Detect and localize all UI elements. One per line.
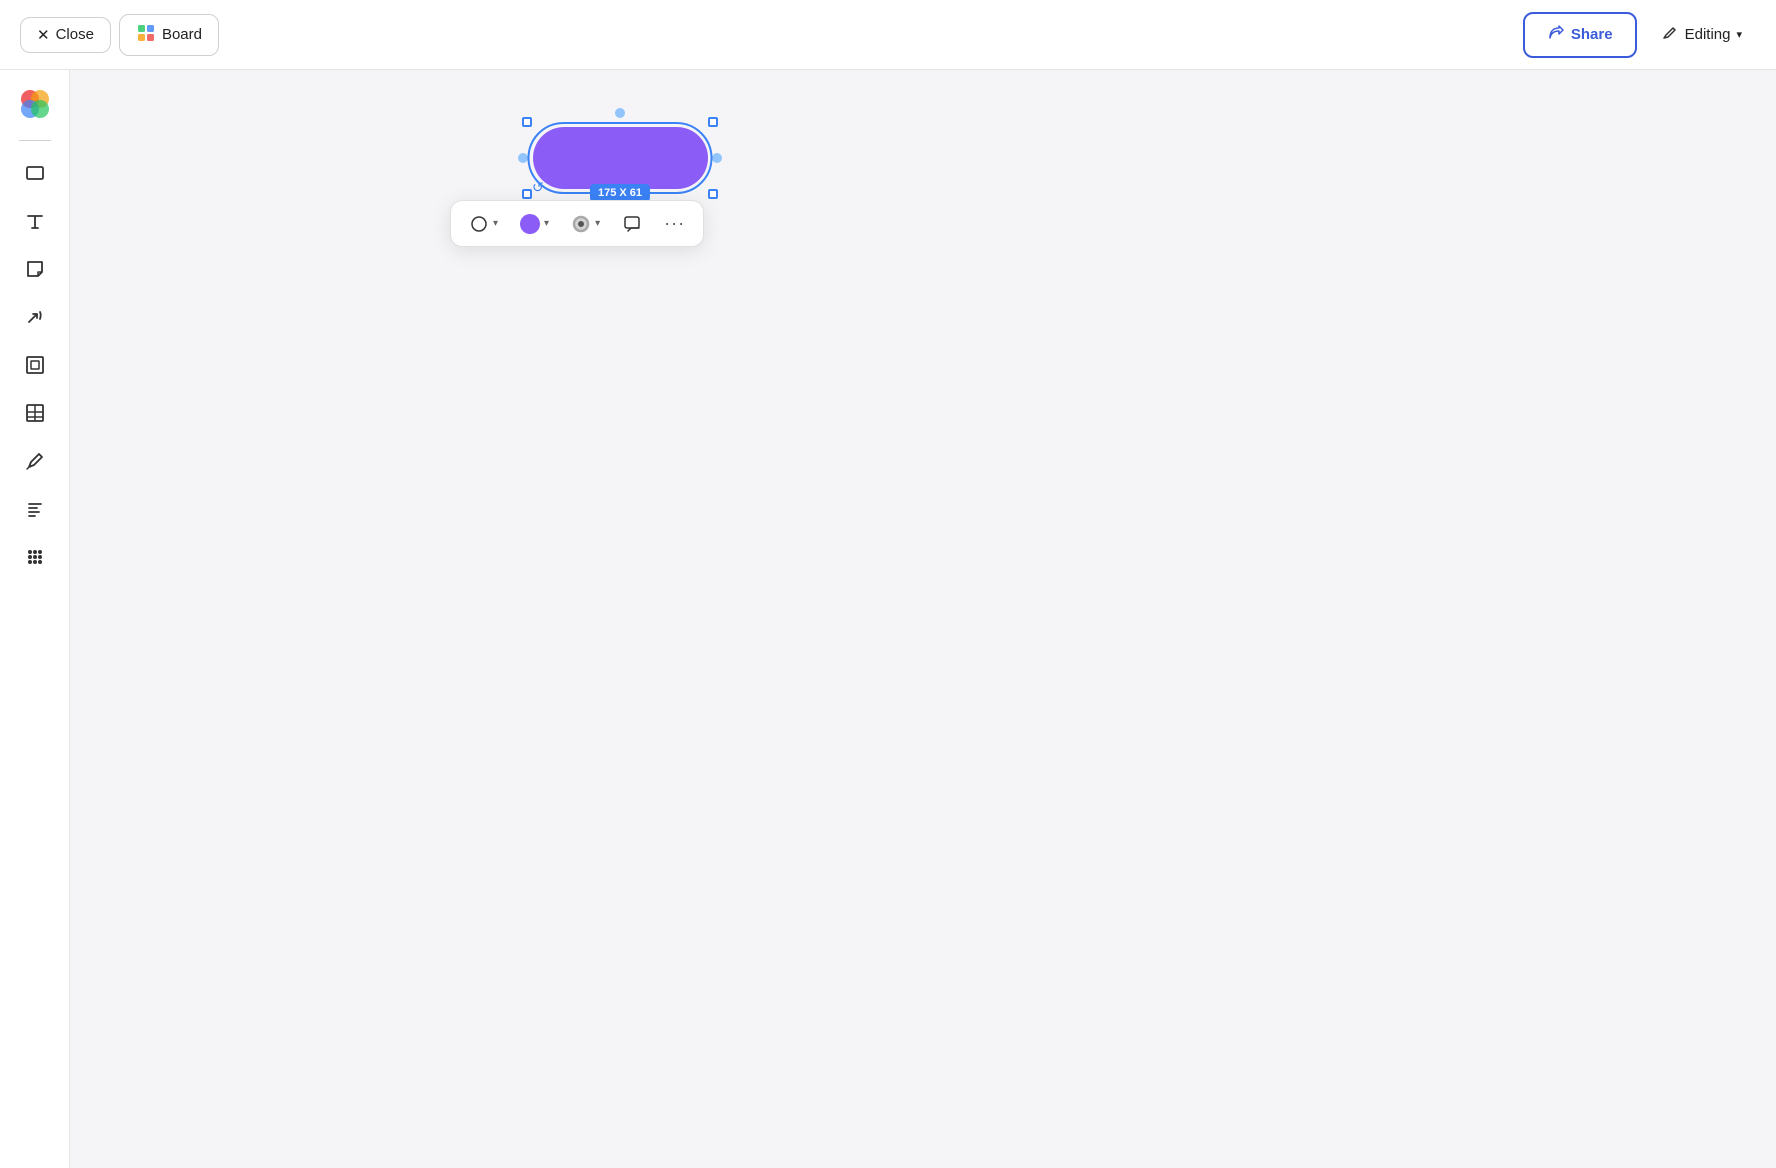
fill-color-button[interactable]: ▾	[510, 208, 559, 240]
fill-color-swatch	[520, 214, 540, 234]
sidebar-tool-arrow[interactable]	[13, 295, 57, 339]
rotate-handle[interactable]: ↺	[532, 179, 544, 196]
handle-top-left[interactable]	[522, 117, 532, 127]
sidebar-tool-text[interactable]	[13, 199, 57, 243]
chevron-down-icon: ▾	[1736, 28, 1742, 41]
more-icon: ···	[664, 213, 685, 234]
close-icon: ✕	[37, 26, 50, 44]
sidebar-tool-table[interactable]	[13, 391, 57, 435]
sidebar-tool-pen[interactable]	[13, 439, 57, 483]
sidebar-tool-rectangle[interactable]	[13, 151, 57, 195]
stroke-weight-chevron: ▾	[595, 218, 600, 229]
fill-chevron: ▾	[544, 218, 549, 229]
canvas[interactable]: ↺ 175 X 61 ▾ ▾ ▾	[70, 70, 1776, 1168]
editing-button[interactable]: Editing ▾	[1647, 14, 1756, 56]
board-icon	[136, 23, 156, 47]
share-label: Share	[1571, 26, 1613, 43]
stroke-icon	[469, 214, 489, 234]
sidebar	[0, 70, 70, 1168]
stroke-chevron: ▾	[493, 218, 498, 229]
handle-top-right[interactable]	[708, 117, 718, 127]
top-bar: ✕ Close Board Share	[0, 0, 1776, 70]
comment-button[interactable]	[612, 208, 652, 240]
edge-handle-right[interactable]	[712, 153, 722, 163]
sidebar-tool-frame[interactable]	[13, 343, 57, 387]
app-logo	[17, 86, 53, 122]
board-label: Board	[162, 26, 202, 43]
board-button[interactable]: Board	[119, 14, 219, 56]
sidebar-tool-sticky[interactable]	[13, 247, 57, 291]
sidebar-divider-1	[19, 140, 51, 141]
stroke-weight-button[interactable]: ▾	[561, 208, 610, 240]
share-icon	[1547, 24, 1565, 46]
top-bar-right: Share Editing ▾	[1523, 12, 1756, 58]
shape-pill[interactable]	[533, 127, 708, 189]
stroke-style-button[interactable]: ▾	[459, 208, 508, 240]
handle-bottom-right[interactable]	[708, 189, 718, 199]
editing-icon	[1661, 24, 1679, 46]
comment-icon	[622, 214, 642, 234]
sidebar-tool-apps[interactable]	[13, 535, 57, 579]
handle-bottom-left[interactable]	[522, 189, 532, 199]
close-label: Close	[56, 26, 94, 43]
more-options-button[interactable]: ···	[654, 207, 695, 240]
floating-toolbar: ▾ ▾ ▾ ···	[450, 200, 704, 247]
close-button[interactable]: ✕ Close	[20, 17, 111, 53]
stroke-weight-icon	[571, 214, 591, 234]
top-bar-left: ✕ Close Board	[20, 14, 219, 56]
edge-handle-left[interactable]	[518, 153, 528, 163]
edge-handle-top[interactable]	[615, 108, 625, 118]
sidebar-tool-outline[interactable]	[13, 487, 57, 531]
editing-label: Editing	[1685, 26, 1731, 43]
share-button[interactable]: Share	[1523, 12, 1637, 58]
